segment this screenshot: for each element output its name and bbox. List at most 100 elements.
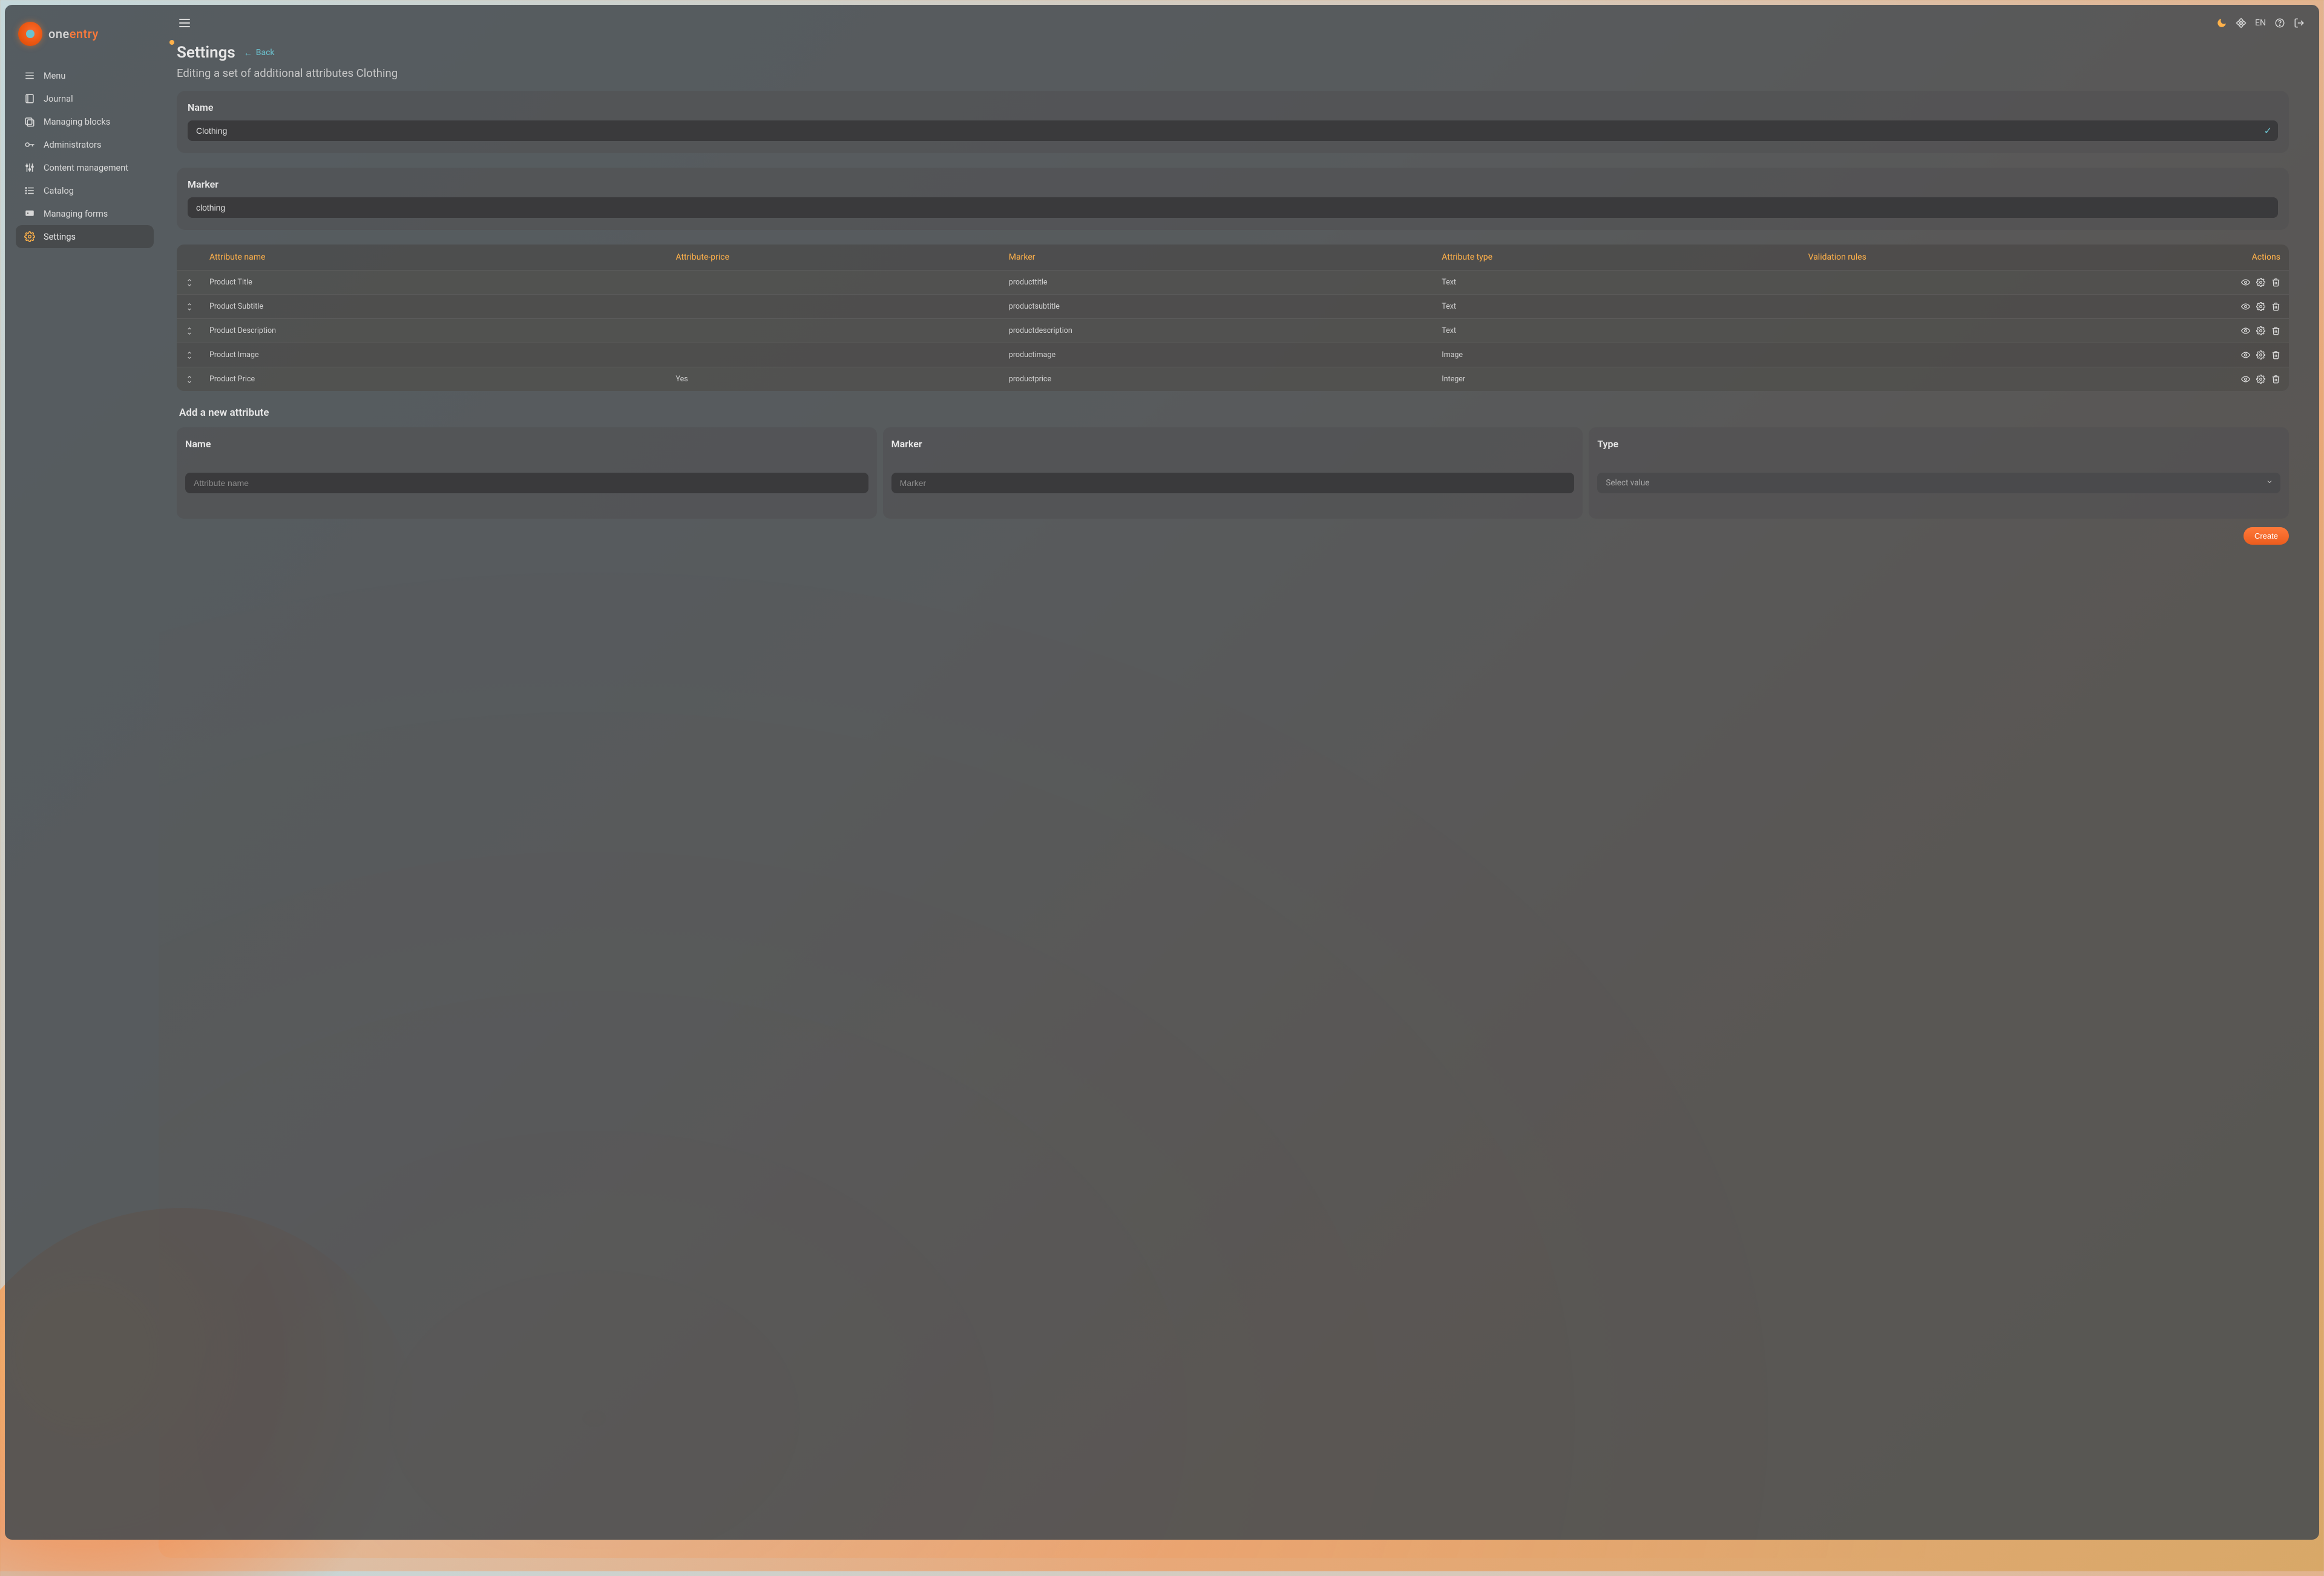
drag-handle-icon[interactable] xyxy=(185,303,194,311)
new-type-select[interactable]: Select value xyxy=(1597,473,2280,493)
cell-type: Integer xyxy=(1442,375,1808,384)
cell-name: Product Image xyxy=(209,350,675,360)
sidebar-item-label: Journal xyxy=(44,94,73,104)
name-card: Name ✓ xyxy=(177,91,2289,153)
hamburger-icon xyxy=(24,70,35,81)
view-icon[interactable] xyxy=(2241,326,2250,335)
page-subtitle: Editing a set of additional attributes C… xyxy=(177,67,2289,80)
delete-icon[interactable] xyxy=(2271,278,2280,287)
back-link[interactable]: ← Back xyxy=(244,48,275,58)
col-type: Attribute type xyxy=(1442,252,1808,262)
new-marker-card: Marker xyxy=(883,427,1583,519)
sidebar-item-label: Administrators xyxy=(44,140,101,150)
cell-marker: productimage xyxy=(1009,350,1442,360)
settings-icon[interactable] xyxy=(2256,302,2265,311)
marker-card: Marker xyxy=(177,168,2289,230)
name-input[interactable] xyxy=(188,120,2278,141)
view-icon[interactable] xyxy=(2241,302,2250,311)
table-row: Product SubtitleproductsubtitleText xyxy=(177,294,2289,318)
nav-list: Menu Journal Managing blocks Administrat… xyxy=(16,64,154,248)
drag-handle-icon[interactable] xyxy=(185,327,194,335)
sidebar-item-settings[interactable]: Settings xyxy=(16,225,154,248)
list-icon xyxy=(24,185,35,196)
cell-price: Yes xyxy=(675,375,1008,384)
cell-type: Image xyxy=(1442,350,1808,360)
cell-marker: productsubtitle xyxy=(1009,302,1442,311)
page-title: Settings xyxy=(177,44,235,62)
cell-marker: productprice xyxy=(1009,375,1442,384)
message-icon xyxy=(24,208,35,219)
row-actions xyxy=(2208,326,2280,335)
title-row: Settings ← Back xyxy=(177,44,2289,62)
settings-icon[interactable] xyxy=(2256,350,2265,360)
name-label: Name xyxy=(188,102,2278,113)
cell-type: Text xyxy=(1442,326,1808,335)
sidebar-item-label: Managing blocks xyxy=(44,117,110,127)
marker-input[interactable] xyxy=(188,197,2278,218)
view-icon[interactable] xyxy=(2241,350,2250,360)
add-attr-grid: Name Marker Type Select value xyxy=(177,427,2289,519)
create-row: Create xyxy=(177,527,2289,545)
logo-text: oneentry xyxy=(48,27,99,41)
view-icon[interactable] xyxy=(2241,278,2250,287)
table-row: Product Title producttitleText xyxy=(177,270,2289,294)
new-type-card: Type Select value xyxy=(1589,427,2289,519)
new-name-input[interactable] xyxy=(185,473,868,493)
col-name: Attribute name xyxy=(209,252,675,262)
cell-name: Product Title xyxy=(209,278,675,287)
cell-name: Product Subtitle xyxy=(209,302,675,311)
drag-handle-icon[interactable] xyxy=(185,278,194,287)
sidebar-item-blocks[interactable]: Managing blocks xyxy=(16,110,154,133)
cell-name: Product Price xyxy=(209,375,675,384)
col-validation: Validation rules xyxy=(1808,252,2208,262)
col-marker: Marker xyxy=(1009,252,1442,262)
delete-icon[interactable] xyxy=(2271,350,2280,360)
settings-icon[interactable] xyxy=(2256,278,2265,287)
row-actions xyxy=(2208,278,2280,287)
col-price: Attribute-price xyxy=(675,252,1008,262)
app-frame: oneentry Menu Journal Managing blocks Ad… xyxy=(5,5,2319,1540)
delete-icon[interactable] xyxy=(2271,326,2280,335)
sidebar-item-journal[interactable]: Journal xyxy=(16,87,154,110)
sidebar-item-content[interactable]: Content management xyxy=(16,156,154,179)
sidebar-item-label: Menu xyxy=(44,71,65,81)
title-dot-icon xyxy=(169,40,174,45)
row-actions xyxy=(2208,375,2280,384)
logo-icon xyxy=(18,22,42,46)
new-type-label: Type xyxy=(1597,438,2280,450)
sidebar-item-label: Managing forms xyxy=(44,209,108,219)
gear-icon xyxy=(24,231,35,242)
blocks-icon xyxy=(24,116,35,127)
journal-icon xyxy=(24,93,35,104)
cell-marker: producttitle xyxy=(1009,278,1442,287)
back-label: Back xyxy=(256,48,275,57)
drag-handle-icon[interactable] xyxy=(185,351,194,360)
create-button[interactable]: Create xyxy=(2244,527,2289,545)
new-marker-label: Marker xyxy=(891,438,1575,450)
drag-handle-icon[interactable] xyxy=(185,375,194,384)
sidebar-item-forms[interactable]: Managing forms xyxy=(16,202,154,225)
sliders-icon xyxy=(24,162,35,173)
table-row: Product Description productdescriptionTex… xyxy=(177,318,2289,343)
cell-name: Product Description xyxy=(209,326,675,335)
cell-type: Text xyxy=(1442,278,1808,287)
table-row: Product PriceYesproductpriceInteger xyxy=(177,367,2289,391)
marker-label: Marker xyxy=(188,179,2278,190)
delete-icon[interactable] xyxy=(2271,302,2280,311)
new-marker-input[interactable] xyxy=(891,473,1575,493)
sidebar-item-menu[interactable]: Menu xyxy=(16,64,154,87)
sidebar-item-admins[interactable]: Administrators xyxy=(16,133,154,156)
key-icon xyxy=(24,139,35,150)
arrow-left-icon: ← xyxy=(244,48,252,58)
new-name-label: Name xyxy=(185,438,868,450)
view-icon[interactable] xyxy=(2241,375,2250,384)
delete-icon[interactable] xyxy=(2271,375,2280,384)
new-name-card: Name xyxy=(177,427,877,519)
settings-icon[interactable] xyxy=(2256,326,2265,335)
cell-marker: productdescription xyxy=(1009,326,1442,335)
sidebar-item-catalog[interactable]: Catalog xyxy=(16,179,154,202)
settings-icon[interactable] xyxy=(2256,375,2265,384)
table-header: Attribute name Attribute-price Marker At… xyxy=(177,245,2289,270)
attribute-table: Attribute name Attribute-price Marker At… xyxy=(177,245,2289,391)
brand-logo[interactable]: oneentry xyxy=(16,16,154,64)
